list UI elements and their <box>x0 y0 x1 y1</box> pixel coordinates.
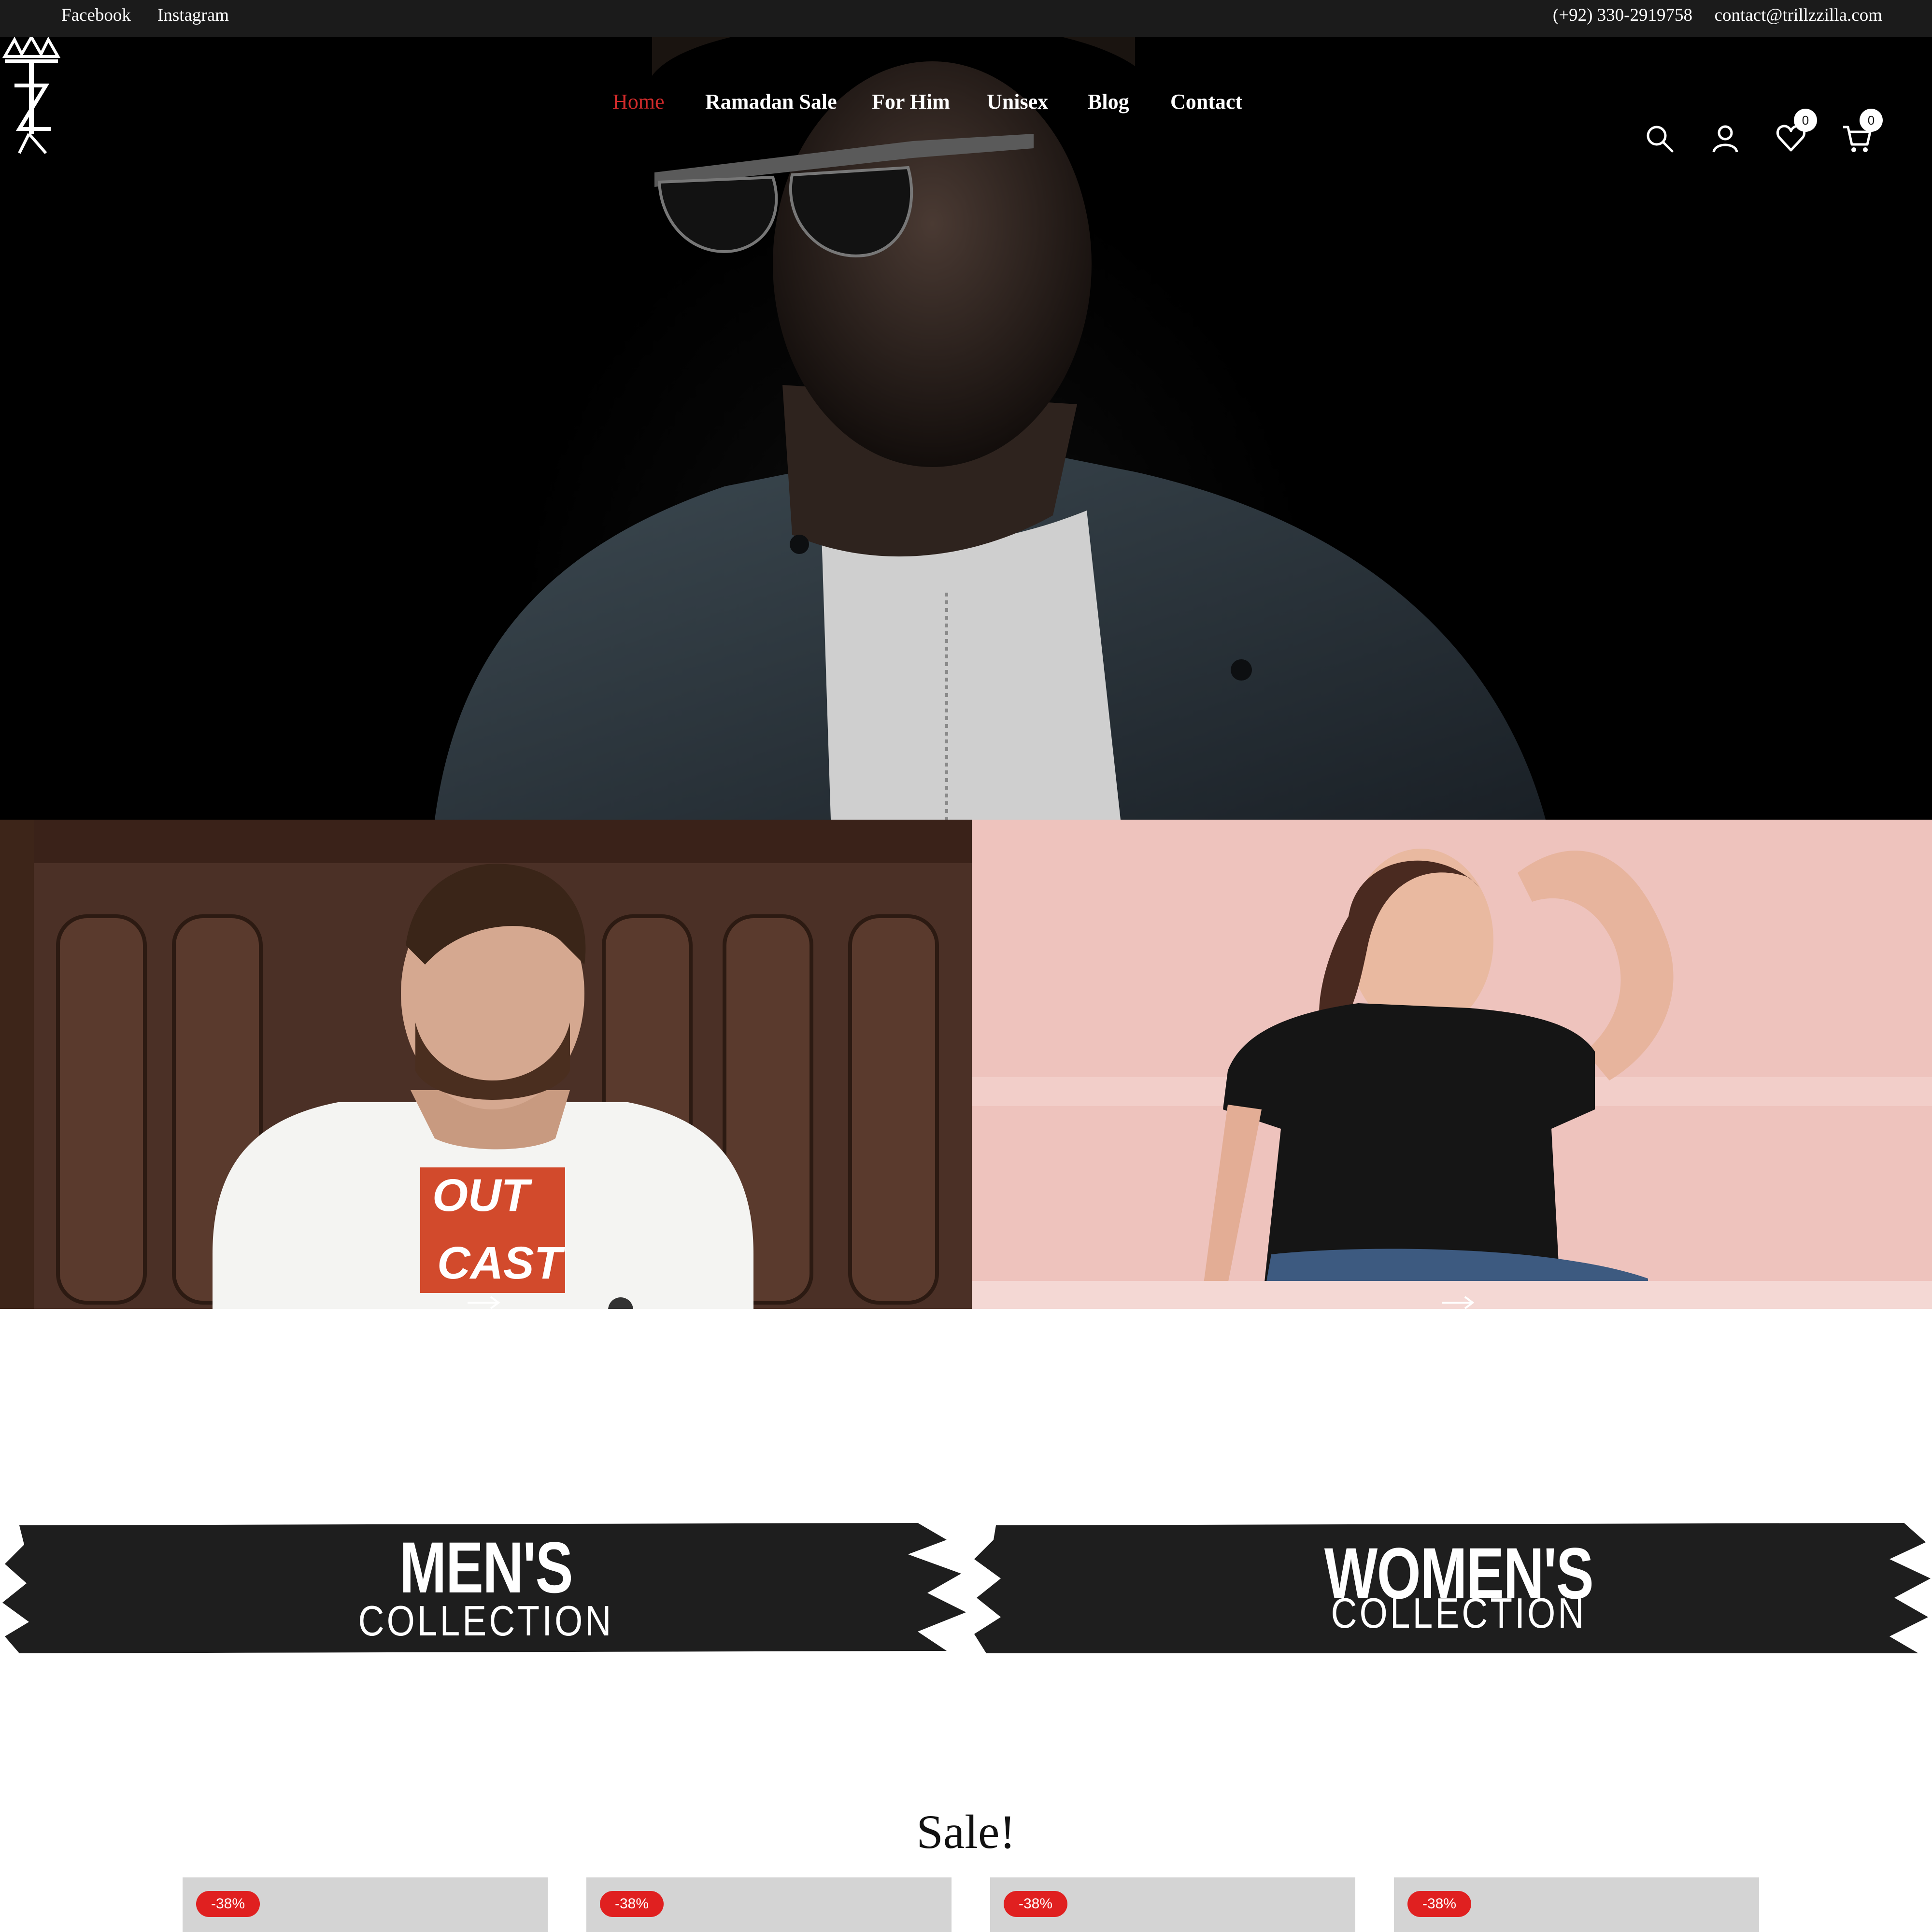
discount-badge: -38% <box>1407 1891 1471 1917</box>
mens-arrow-icon[interactable] <box>467 1295 500 1310</box>
facebook-link[interactable]: Facebook <box>61 0 131 37</box>
instagram-link[interactable]: Instagram <box>157 0 229 37</box>
nav-home[interactable]: Home <box>612 89 665 114</box>
mens-collection-image: OUT CAST <box>0 820 972 1309</box>
discount-badge: -38% <box>1004 1891 1067 1917</box>
sale-product-card[interactable]: -38% <box>990 1877 1355 1932</box>
main-nav: Home Ramadan Sale For Him Unisex Blog Co… <box>0 37 1932 163</box>
cart-count-badge: 0 <box>1860 109 1883 132</box>
womens-arrow-icon[interactable] <box>1441 1295 1475 1310</box>
nav-ramadan-sale[interactable]: Ramadan Sale <box>705 89 837 114</box>
sale-product-card[interactable]: -38% <box>1394 1877 1759 1932</box>
svg-text:CAST: CAST <box>437 1237 566 1289</box>
hero-banner: Home Ramadan Sale For Him Unisex Blog Co… <box>0 37 1932 820</box>
svg-text:OUT: OUT <box>432 1170 533 1221</box>
email-link[interactable]: contact@trillzzilla.com <box>1715 0 1882 37</box>
heart-icon[interactable]: 0 <box>1776 109 1817 154</box>
mens-collection-subtitle: COLLECTION <box>358 1597 614 1645</box>
nav-unisex[interactable]: Unisex <box>987 89 1048 114</box>
phone-link[interactable]: (+92) 330-2919758 <box>1553 0 1692 37</box>
womens-collection-image <box>972 820 1932 1309</box>
nav-for-him[interactable]: For Him <box>872 89 950 114</box>
mens-collection-title: MEN'S <box>399 1527 573 1608</box>
womens-collection-panel[interactable] <box>972 820 1932 1309</box>
top-bar: Facebook Instagram (+92) 330-2919758 con… <box>0 0 1932 37</box>
search-icon[interactable] <box>1644 123 1675 154</box>
womens-collection-subtitle: COLLECTION <box>1331 1589 1587 1637</box>
discount-badge: -38% <box>600 1891 664 1917</box>
nav-contact[interactable]: Contact <box>1170 89 1242 114</box>
sale-heading: Sale! <box>916 1805 1016 1859</box>
mens-collection-panel[interactable]: OUT CAST <box>0 820 972 1309</box>
wishlist-count-badge: 0 <box>1794 109 1817 132</box>
nav-blog[interactable]: Blog <box>1088 89 1129 114</box>
cart-icon[interactable]: 0 <box>1841 109 1883 154</box>
discount-badge: -38% <box>196 1891 260 1917</box>
sale-product-card[interactable]: -38% <box>586 1877 952 1932</box>
sale-product-card[interactable]: -38% <box>183 1877 548 1932</box>
user-icon[interactable] <box>1710 123 1741 154</box>
